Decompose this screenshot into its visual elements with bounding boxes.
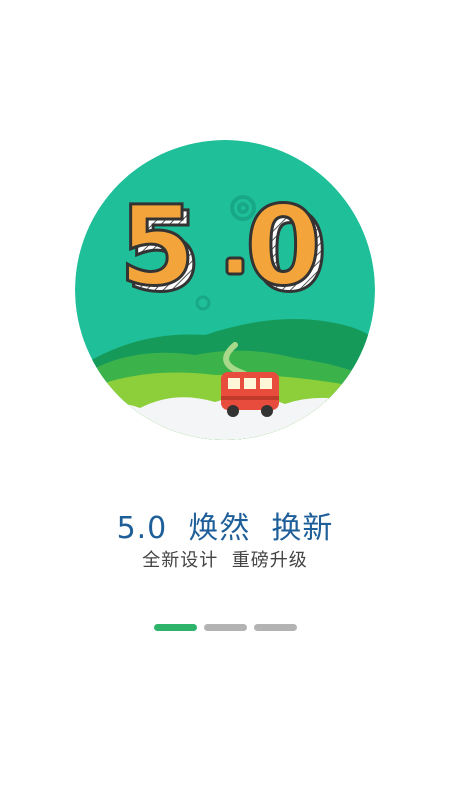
hero-illustration: 5 5 0 0: [75, 140, 375, 440]
svg-text:0: 0: [245, 182, 322, 310]
onboarding-subline: 全新设计 重磅升级: [142, 550, 308, 571]
page-indicator: [0, 624, 450, 631]
page-dot-1[interactable]: [153, 624, 197, 631]
onboarding-headline: 5.0 焕然 换新: [116, 511, 334, 546]
svg-text:5: 5: [119, 182, 196, 310]
page-dot-3[interactable]: [253, 624, 297, 631]
page-dot-2[interactable]: [203, 624, 247, 631]
